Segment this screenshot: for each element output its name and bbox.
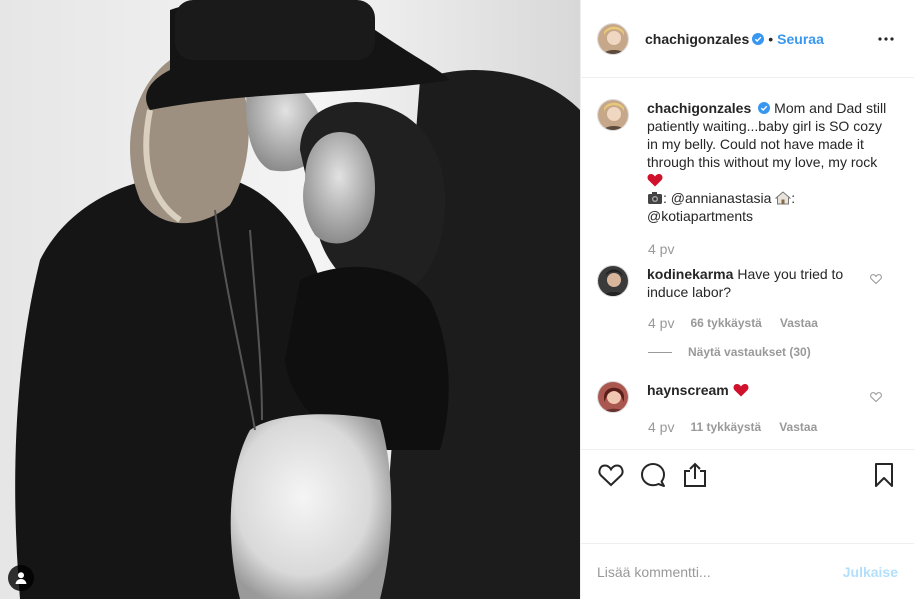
home-credit: :: [791, 190, 796, 206]
avatar[interactable]: [597, 381, 629, 413]
caption-meta: 4 pv: [648, 241, 898, 257]
post-photo[interactable]: [0, 0, 580, 599]
avatar[interactable]: [597, 22, 629, 55]
comment-likes[interactable]: 11 tykkäystä: [690, 420, 761, 434]
post-actions: [581, 449, 914, 499]
caption: chachigonzales Mom and Dad still patient…: [597, 99, 898, 225]
follow-button[interactable]: Seuraa: [777, 31, 824, 47]
comment-input[interactable]: Lisää kommentti...: [597, 564, 711, 580]
post-dialog: chachigonzales • Seuraa chachigonzales M…: [0, 0, 914, 599]
red-heart-emoji-icon: [647, 174, 663, 187]
post-header: chachigonzales • Seuraa: [581, 0, 914, 78]
house-emoji-icon: [775, 191, 792, 205]
verified-badge-icon: [752, 32, 765, 45]
comment-time[interactable]: 4 pv: [648, 419, 674, 435]
comment-meta: 4 pv 11 tykkäystä Vastaa: [648, 419, 898, 435]
share-icon: [684, 462, 706, 487]
comment-username[interactable]: kodinekarma: [647, 266, 733, 282]
comment-username[interactable]: haynscream: [647, 382, 729, 398]
post-side-panel: chachigonzales • Seuraa chachigonzales M…: [580, 0, 914, 599]
comment-time[interactable]: 4 pv: [648, 315, 674, 331]
caption-text: chachigonzales Mom and Dad still patient…: [647, 99, 887, 225]
comment-like-heart-icon[interactable]: [870, 273, 882, 285]
comment-likes[interactable]: 66 tykkäystä: [690, 316, 761, 330]
heart-icon: [598, 463, 624, 486]
user-tag-icon: [15, 572, 27, 584]
save-button[interactable]: [870, 461, 898, 489]
more-options-button[interactable]: [874, 27, 898, 51]
couple-photo-image: [0, 0, 580, 599]
comment-meta: 4 pv 66 tykkäystä Vastaa: [648, 315, 898, 331]
separator-dot: •: [768, 30, 774, 47]
avatar[interactable]: [597, 265, 629, 297]
home-credit-handle[interactable]: @kotiapartments: [647, 208, 753, 224]
more-options-icon: [878, 36, 894, 41]
caption-username[interactable]: chachigonzales: [647, 100, 751, 116]
view-replies-button[interactable]: Näytä vastaukset (30): [648, 345, 898, 359]
comments-list: chachigonzales Mom and Dad still patient…: [581, 79, 914, 449]
post-comment-button[interactable]: Julkaise: [843, 564, 898, 580]
user-tag-button[interactable]: [8, 565, 34, 591]
reply-button[interactable]: Vastaa: [780, 316, 818, 330]
verified-badge-icon: [758, 102, 771, 114]
comment-item: haynscream: [597, 381, 898, 413]
share-button[interactable]: [681, 461, 709, 489]
bookmark-icon: [875, 462, 893, 487]
caption-time[interactable]: 4 pv: [648, 241, 674, 257]
comment-like-heart-icon[interactable]: [870, 391, 882, 403]
reply-button[interactable]: Vastaa: [779, 420, 817, 434]
comment-item: kodinekarma Have you tried to induce labo…: [597, 265, 898, 301]
add-comment-bar: Lisää kommentti... Julkaise: [581, 543, 914, 599]
photo-credit: : @annianastasia: [663, 190, 772, 206]
camera-emoji-icon: [648, 192, 662, 204]
avatar[interactable]: [597, 99, 629, 131]
comment-text: kodinekarma Have you tried to induce labo…: [647, 265, 887, 301]
author-username[interactable]: chachigonzales: [645, 31, 749, 47]
comment-icon: [641, 462, 665, 487]
comment-text: haynscream: [647, 381, 887, 399]
comment-button[interactable]: [639, 461, 667, 489]
like-button[interactable]: [597, 461, 625, 489]
red-heart-emoji-icon: [733, 384, 749, 397]
view-replies-label: Näytä vastaukset (30): [688, 345, 811, 359]
divider-line: [648, 351, 672, 353]
